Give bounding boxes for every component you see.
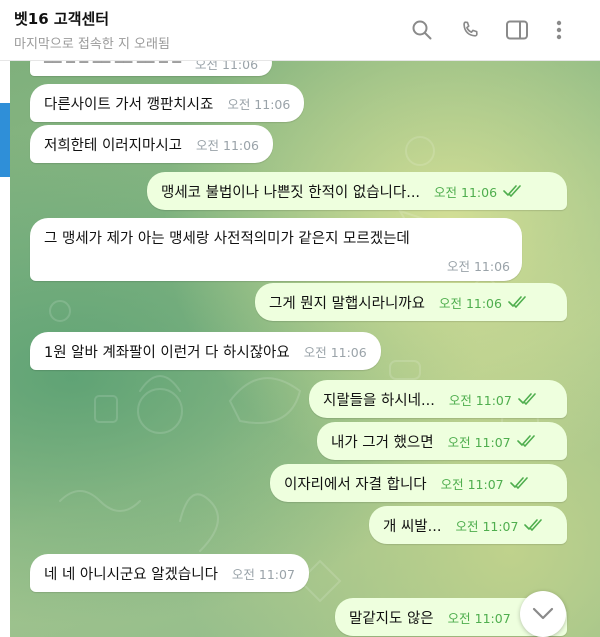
message-bubble-outgoing[interactable]: 개 씨발... 오전 11:07 xyxy=(369,506,567,544)
message-bubble-outgoing[interactable]: 내가 그거 했으면 오전 11:07 xyxy=(317,422,567,460)
active-chat-indicator xyxy=(0,103,10,177)
chevron-down-icon xyxy=(532,607,554,620)
chat-header: 벳16 고객센터 마지막으로 접속한 지 오래됨 xyxy=(0,0,600,61)
message-bubble-outgoing[interactable]: 지랄들을 하시네... 오전 11:07 xyxy=(309,380,567,418)
message-bubble-incoming[interactable]: 저희한테 이러지마시고 오전 11:06 xyxy=(30,125,274,163)
message-time: 오전 11:07 xyxy=(447,434,511,450)
chat-title[interactable]: 벳16 고객센터 xyxy=(14,8,109,29)
message-time: 오전 11:06 xyxy=(438,295,502,311)
message-time: 오전 11:06 xyxy=(447,259,510,274)
message-time: 오전 11:06 xyxy=(434,184,498,200)
more-vertical-icon[interactable] xyxy=(545,16,573,44)
message-text: 개 씨발... xyxy=(383,518,442,535)
message-time: 오전 11:06 xyxy=(227,96,291,112)
double-check-icon xyxy=(516,435,535,447)
scroll-to-bottom-button[interactable] xyxy=(520,591,566,637)
message-text: 1원 알바 계좌팔이 이런거 다 하시잖아요 xyxy=(44,344,290,361)
double-check-icon xyxy=(518,393,536,405)
phone-icon[interactable] xyxy=(456,16,484,44)
message-text: 지랄들을 하시네... xyxy=(323,392,435,409)
message-text: 말같지도 않은 xyxy=(349,610,434,627)
message-bubble-outgoing[interactable]: 그게 뭔지 말햅시라니까요 오전 11:06 xyxy=(255,283,567,321)
double-check-icon xyxy=(508,296,526,308)
double-check-icon xyxy=(503,185,521,197)
left-edge-panel xyxy=(0,61,10,637)
message-time: 오전 11:07 xyxy=(231,566,295,582)
message-text: 그 맹세가 제가 아는 맹세랑 사전적의미가 같은지 모르겠는데 xyxy=(44,231,410,247)
message-text: 이자리에서 자결 합니다 xyxy=(284,476,427,493)
message-text: 다른사이트 가서 깽판치시죠 xyxy=(44,96,214,113)
message-bubble-incoming[interactable]: 다른사이트 가서 깽판치시죠 오전 11:06 xyxy=(30,84,305,122)
message-bubble-incoming[interactable]: 네 네 아니시군요 알겠습니다 오전 11:07 xyxy=(30,554,309,592)
last-seen-status: 마지막으로 접속한 지 오래됨 xyxy=(14,37,170,52)
message-time: 오전 11:07 xyxy=(448,392,512,408)
message-time: 오전 11:06 xyxy=(303,344,367,360)
message-text: 내가 그거 했으면 xyxy=(331,434,434,451)
message-bubble-outgoing[interactable]: 맹세코 불법이나 나쁜짓 한적이 없습니다... 오전 11:06 xyxy=(147,172,567,210)
message-text: 맹세코 불법이나 나쁜짓 한적이 없습니다... xyxy=(161,184,421,201)
message-time: 오전 11:07 xyxy=(440,476,504,492)
message-bubble-incoming[interactable]: 1원 알바 계좌팔이 이런거 다 하시잖아요 오전 11:06 xyxy=(30,332,381,370)
message-time: 오전 11:07 xyxy=(447,610,511,626)
message-time: 오전 11:06 xyxy=(196,137,260,153)
double-check-icon xyxy=(509,477,528,489)
message-text: 네 네 아니시군요 알겠습니다 xyxy=(44,566,218,583)
message-bubble-incoming[interactable]: 그 맹세가 제가 아는 맹세랑 사전적의미가 같은지 모르겠는데 오전 11:0… xyxy=(30,218,522,281)
message-text: 그게 뭔지 말햅시라니까요 xyxy=(269,295,425,312)
search-icon[interactable] xyxy=(408,16,436,44)
message-bubble-outgoing[interactable]: 이자리에서 자결 합니다 오전 11:07 xyxy=(270,464,567,502)
sidebar-toggle-icon[interactable] xyxy=(503,16,531,44)
message-time: 오전 11:07 xyxy=(455,518,519,534)
double-check-icon xyxy=(524,519,543,531)
message-text: 저희한테 이러지마시고 xyxy=(44,137,183,154)
